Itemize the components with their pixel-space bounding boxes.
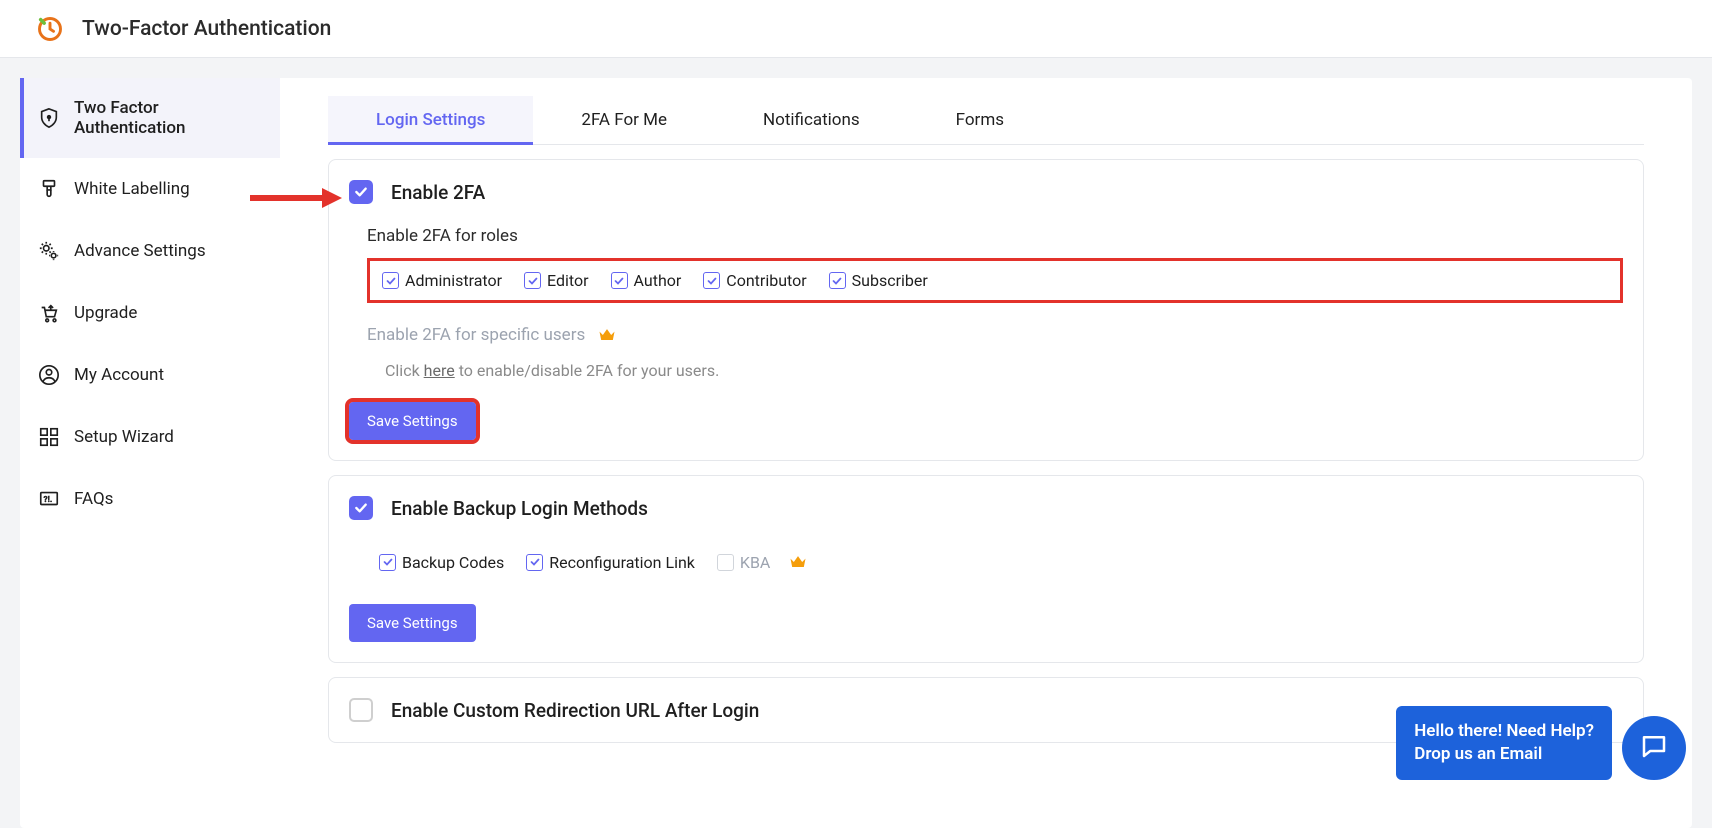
sidebar-item-label: Upgrade	[74, 303, 137, 323]
role-administrator-checkbox[interactable]	[382, 272, 399, 289]
method-label: Backup Codes	[402, 553, 504, 572]
roles-title: Enable 2FA for roles	[367, 226, 1623, 246]
sidebar-item-2fa[interactable]: Two Factor Authentication	[20, 78, 280, 158]
tab-login-settings[interactable]: Login Settings	[328, 96, 533, 144]
sidebar-item-label: White Labelling	[74, 179, 190, 199]
help-bubble[interactable]: Hello there! Need Help? Drop us an Email	[1396, 706, 1612, 780]
role-author-checkbox[interactable]	[611, 272, 628, 289]
sidebar-item-advance-settings[interactable]: Advance Settings	[20, 220, 280, 282]
help-line1: Hello there! Need Help?	[1414, 720, 1594, 743]
tab-forms[interactable]: Forms	[908, 96, 1052, 144]
here-link[interactable]: here	[424, 361, 455, 380]
sidebar-item-white-labelling[interactable]: White Labelling	[20, 158, 280, 220]
crown-icon	[597, 325, 617, 345]
sidebar-item-setup-wizard[interactable]: Setup Wizard	[20, 406, 280, 468]
shield-icon	[38, 107, 60, 129]
grid-icon	[38, 426, 60, 448]
enable-redirection-label: Enable Custom Redirection URL After Logi…	[391, 699, 759, 722]
backup-codes-checkbox[interactable]	[379, 554, 396, 571]
role-label: Author	[634, 271, 682, 290]
brush-icon	[38, 178, 60, 200]
sidebar-item-label: My Account	[74, 365, 164, 385]
kba-checkbox	[717, 554, 734, 571]
role-label: Contributor	[726, 271, 806, 290]
role-subscriber-checkbox[interactable]	[829, 272, 846, 289]
app-logo-icon	[36, 15, 64, 43]
user-icon	[38, 364, 60, 386]
chat-fab-button[interactable]	[1622, 716, 1686, 780]
specific-users-title: Enable 2FA for specific users	[367, 325, 1623, 345]
enable-backup-checkbox[interactable]	[349, 496, 373, 520]
tab-notifications[interactable]: Notifications	[715, 96, 908, 144]
app-header: Two-Factor Authentication	[0, 0, 1712, 58]
method-label: Reconfiguration Link	[549, 553, 695, 572]
panel-enable-2fa: Enable 2FA Enable 2FA for roles Administ…	[328, 159, 1644, 461]
roles-row: Administrator Editor Author Contributor	[367, 258, 1623, 303]
crown-icon	[788, 552, 808, 572]
enable-redirection-checkbox[interactable]	[349, 698, 373, 722]
sidebar-item-label: Setup Wizard	[74, 427, 174, 447]
save-settings-button[interactable]: Save Settings	[349, 402, 476, 440]
enable-2fa-label: Enable 2FA	[391, 181, 485, 204]
enable-2fa-checkbox[interactable]	[349, 180, 373, 204]
chat-icon	[1639, 731, 1669, 765]
tab-bar: Login Settings 2FA For Me Notifications …	[328, 96, 1644, 145]
sidebar-item-upgrade[interactable]: Upgrade	[20, 282, 280, 344]
method-label: KBA	[740, 553, 770, 572]
role-editor-checkbox[interactable]	[524, 272, 541, 289]
enable-backup-label: Enable Backup Login Methods	[391, 497, 648, 520]
help-line2: Drop us an Email	[1414, 743, 1594, 766]
role-contributor-checkbox[interactable]	[703, 272, 720, 289]
reconfiguration-link-checkbox[interactable]	[526, 554, 543, 571]
sidebar: Two Factor Authentication White Labellin…	[20, 78, 280, 828]
role-label: Editor	[547, 271, 588, 290]
sidebar-item-label: Advance Settings	[74, 241, 206, 261]
faq-icon: ?!.	[38, 488, 60, 510]
backup-methods-row: Backup Codes Reconfiguration Link KBA	[367, 542, 1623, 582]
sidebar-item-label: FAQs	[74, 489, 113, 509]
specific-users-help: Click here to enable/disable 2FA for you…	[385, 361, 1623, 380]
page-title: Two-Factor Authentication	[82, 17, 331, 41]
sidebar-item-faqs[interactable]: ?!. FAQs	[20, 468, 280, 530]
cart-icon	[38, 302, 60, 324]
save-settings-button[interactable]: Save Settings	[349, 604, 476, 642]
role-label: Administrator	[405, 271, 502, 290]
sidebar-item-my-account[interactable]: My Account	[20, 344, 280, 406]
role-label: Subscriber	[852, 271, 928, 290]
tab-2fa-for-me[interactable]: 2FA For Me	[533, 96, 715, 144]
gear-icon	[38, 240, 60, 262]
svg-text:?!.: ?!.	[44, 495, 53, 505]
panel-backup-methods: Enable Backup Login Methods Backup Codes…	[328, 475, 1644, 663]
sidebar-item-label: Two Factor Authentication	[74, 98, 262, 138]
